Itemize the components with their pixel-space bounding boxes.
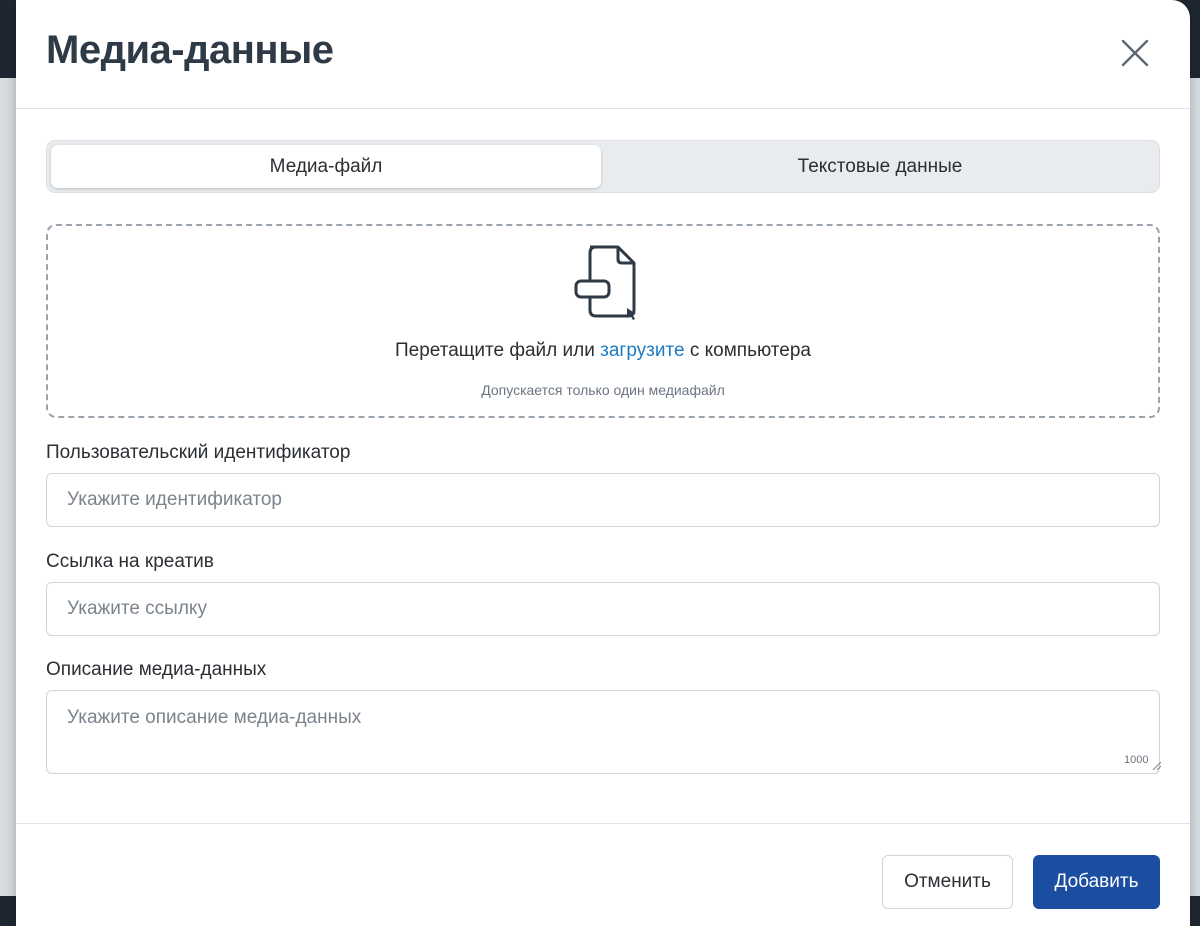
dropzone-text-before: Перетащите файл или xyxy=(394,340,601,361)
upload-link[interactable]: загрузите xyxy=(600,340,684,361)
modal-header: Медиа-данные xyxy=(16,0,1190,109)
dropzone-instruction: Перетащите файл или загрузите с компьюте… xyxy=(48,340,1158,362)
resize-handle-icon[interactable] xyxy=(1151,760,1161,770)
close-button[interactable] xyxy=(1116,34,1154,72)
dropzone-hint: Допускается только один медиафайл xyxy=(481,382,725,398)
creative-link-input[interactable] xyxy=(46,582,1160,636)
cancel-button[interactable]: Отменить xyxy=(882,855,1013,909)
custom-id-label: Пользовательский идентификатор xyxy=(46,442,351,463)
dropzone-text-after: с компьютера xyxy=(684,340,812,361)
custom-id-input[interactable] xyxy=(46,473,1160,527)
file-upload-icon xyxy=(574,245,636,320)
description-char-counter: 1000 xyxy=(1124,754,1149,766)
modal-title: Медиа-данные xyxy=(46,28,334,72)
tab-switcher: Медиа-файл Текстовые данные xyxy=(46,140,1160,193)
close-icon xyxy=(1121,39,1149,67)
tab-media-file[interactable]: Медиа-файл xyxy=(51,145,601,188)
creative-link-label: Ссылка на креатив xyxy=(46,551,214,572)
description-label: Описание медиа-данных xyxy=(46,659,267,680)
media-data-modal: Медиа-данные Медиа-файл Текстовые данные… xyxy=(16,0,1190,926)
modal-footer: Отменить Добавить xyxy=(16,823,1190,926)
file-dropzone[interactable]: Перетащите файл или загрузите с компьюте… xyxy=(46,224,1160,418)
add-button[interactable]: Добавить xyxy=(1033,855,1160,909)
tab-text-data[interactable]: Текстовые данные xyxy=(605,145,1155,188)
description-textarea[interactable] xyxy=(46,690,1160,774)
